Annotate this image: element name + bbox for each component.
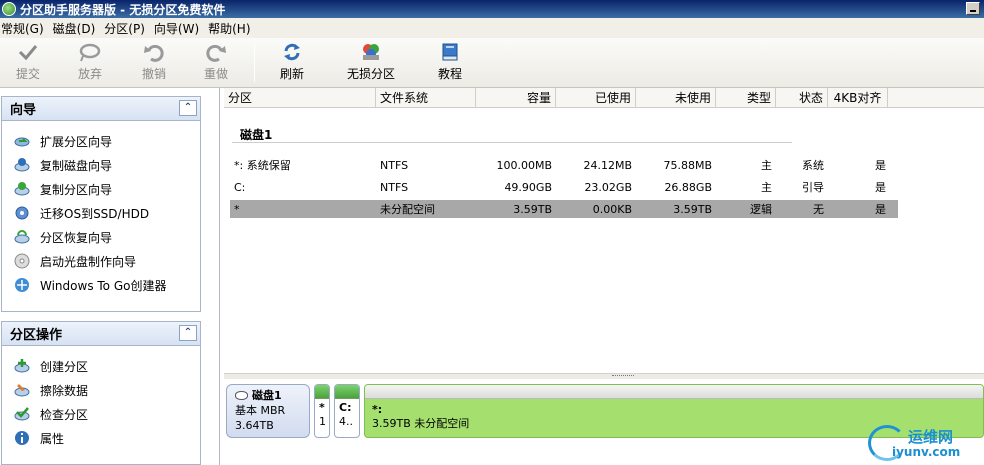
- undo-icon: [144, 44, 164, 62]
- window-title: 分区助手服务器版 - 无损分区免费软件: [20, 2, 226, 17]
- usage-bar: [315, 385, 329, 399]
- wizard-panel-title: 向导: [10, 103, 37, 118]
- left-pane: 向导 ⌃ 扩展分区向导 复制磁盘向导 复制分区向导 迁移OS到SSD/HDD 分…: [0, 88, 220, 465]
- collapse-up-icon[interactable]: ⌃: [179, 100, 197, 116]
- app-icon: [2, 2, 16, 16]
- redo-icon: [206, 44, 226, 62]
- wizard-item-copy-partition[interactable]: 复制分区向导: [2, 177, 200, 201]
- wipe-data-icon: [14, 384, 30, 397]
- windows-to-go-icon: [15, 278, 29, 292]
- colorful-cube-icon: [363, 44, 379, 60]
- migrate-os-icon: [15, 206, 29, 220]
- table-header: 分区 文件系统 容量 已使用 未使用 类型 状态 4KB对齐: [224, 88, 984, 108]
- watermark-logo: 运维网 iyunv.com: [868, 423, 980, 463]
- title-bar: 分区助手服务器版 - 无损分区免费软件: [0, 0, 984, 18]
- col-4k-align[interactable]: 4KB对齐: [828, 88, 888, 108]
- partition-block-c[interactable]: C: 4..: [334, 384, 360, 438]
- redo-label: 重做: [203, 67, 228, 81]
- col-type[interactable]: 类型: [716, 88, 776, 108]
- refresh-label: 刷新: [279, 67, 304, 81]
- op-properties[interactable]: 属性: [2, 426, 200, 450]
- discard-button[interactable]: 放弃: [72, 42, 108, 84]
- menu-bar: 常规(G) 磁盘(D) 分区(P) 向导(W) 帮助(H): [0, 18, 984, 38]
- extend-partition-icon: [14, 137, 30, 147]
- tutorial-button[interactable]: 教程: [432, 42, 468, 84]
- disk-card-name: 磁盘1: [252, 389, 282, 402]
- wizard-item-windows-to-go[interactable]: Windows To Go创建器: [2, 273, 200, 297]
- redo-button[interactable]: 重做: [198, 42, 234, 84]
- splitter-grip[interactable]: [612, 375, 634, 378]
- wizard-item-copy-disk[interactable]: 复制磁盘向导: [2, 153, 200, 177]
- create-partition-icon: [14, 359, 30, 373]
- menu-help[interactable]: 帮助(H): [207, 20, 253, 37]
- partition-list-area: 分区 文件系统 容量 已使用 未使用 类型 状态 4KB对齐 磁盘1 *: 系统…: [224, 88, 984, 465]
- boot-disc-icon: [14, 253, 30, 269]
- discard-label: 放弃: [77, 67, 102, 81]
- col-status[interactable]: 状态: [776, 88, 828, 108]
- table-row-selected[interactable]: * 未分配空间 3.59TB 0.00KB 3.59TB 逻辑 无 是: [230, 200, 898, 218]
- commit-button[interactable]: 提交: [10, 42, 46, 84]
- wizard-panel-header: 向导 ⌃: [2, 97, 200, 121]
- refresh-button[interactable]: 刷新: [272, 42, 312, 84]
- col-used[interactable]: 已使用: [556, 88, 636, 108]
- disk-card[interactable]: 磁盘1 基本 MBR 3.64TB: [226, 384, 310, 438]
- partition-ops-title: 分区操作: [10, 328, 63, 343]
- menu-disk[interactable]: 磁盘(D): [52, 20, 99, 37]
- checkmark-icon: [18, 45, 38, 61]
- op-check-partition[interactable]: 检查分区: [2, 402, 200, 426]
- refresh-icon: [284, 43, 300, 61]
- lossless-partition-label: 无损分区: [346, 67, 395, 81]
- info-icon: [15, 431, 29, 445]
- usage-bar: [365, 385, 983, 399]
- partition-block-system[interactable]: * 1: [314, 384, 330, 438]
- wizard-item-migrate-os[interactable]: 迁移OS到SSD/HDD: [2, 201, 200, 225]
- copy-disk-icon: [14, 158, 30, 172]
- partition-ops-panel: 分区操作 ⌃ 创建分区 擦除数据 检查分区 属性: [1, 321, 201, 465]
- lossless-partition-button[interactable]: 无损分区: [340, 42, 402, 84]
- menu-general[interactable]: 常规(G): [0, 20, 47, 37]
- op-wipe-data[interactable]: 擦除数据: [2, 378, 200, 402]
- wizard-item-boot-disc[interactable]: 启动光盘制作向导: [2, 249, 200, 273]
- divider: [232, 142, 792, 143]
- wizard-panel: 向导 ⌃ 扩展分区向导 复制磁盘向导 复制分区向导 迁移OS到SSD/HDD 分…: [1, 96, 201, 312]
- col-partition[interactable]: 分区: [224, 88, 376, 108]
- wizard-item-extend-partition[interactable]: 扩展分区向导: [2, 129, 200, 153]
- copy-partition-icon: [14, 182, 30, 196]
- commit-label: 提交: [15, 67, 40, 81]
- toolbar: 提交 放弃 撤销 重做 刷新 无损分区 教程: [0, 38, 984, 88]
- table-row[interactable]: *: 系统保留 NTFS 100.00MB 24.12MB 75.88MB 主 …: [230, 156, 898, 174]
- discard-icon: [79, 43, 101, 62]
- check-partition-icon: [14, 407, 30, 421]
- disk-card-size: 3.64TB: [235, 419, 274, 432]
- pane-splitter[interactable]: [224, 373, 984, 379]
- disk-icon: [235, 391, 248, 400]
- menu-wizard[interactable]: 向导(W): [153, 20, 202, 37]
- op-create-partition[interactable]: 创建分区: [2, 354, 200, 378]
- table-row[interactable]: C: NTFS 49.90GB 23.02GB 26.88GB 主 引导 是: [230, 178, 898, 196]
- undo-button[interactable]: 撤销: [136, 42, 172, 84]
- undo-label: 撤销: [141, 67, 166, 81]
- book-icon: [442, 43, 458, 61]
- disk-card-type: 基本 MBR: [235, 404, 286, 417]
- menu-partition[interactable]: 分区(P): [103, 20, 148, 37]
- partition-ops-header: 分区操作 ⌃: [2, 322, 200, 346]
- wizard-item-partition-recovery[interactable]: 分区恢复向导: [2, 225, 200, 249]
- collapse-up-icon[interactable]: ⌃: [179, 325, 197, 341]
- tutorial-label: 教程: [437, 67, 462, 81]
- col-filesystem[interactable]: 文件系统: [376, 88, 476, 108]
- toolbar-separator: [254, 44, 255, 82]
- col-unused[interactable]: 未使用: [636, 88, 716, 108]
- minimize-button[interactable]: [966, 2, 980, 15]
- col-capacity[interactable]: 容量: [476, 88, 556, 108]
- disk-group-label: 磁盘1: [240, 128, 273, 142]
- partition-recovery-icon: [14, 230, 30, 244]
- usage-bar: [335, 385, 359, 399]
